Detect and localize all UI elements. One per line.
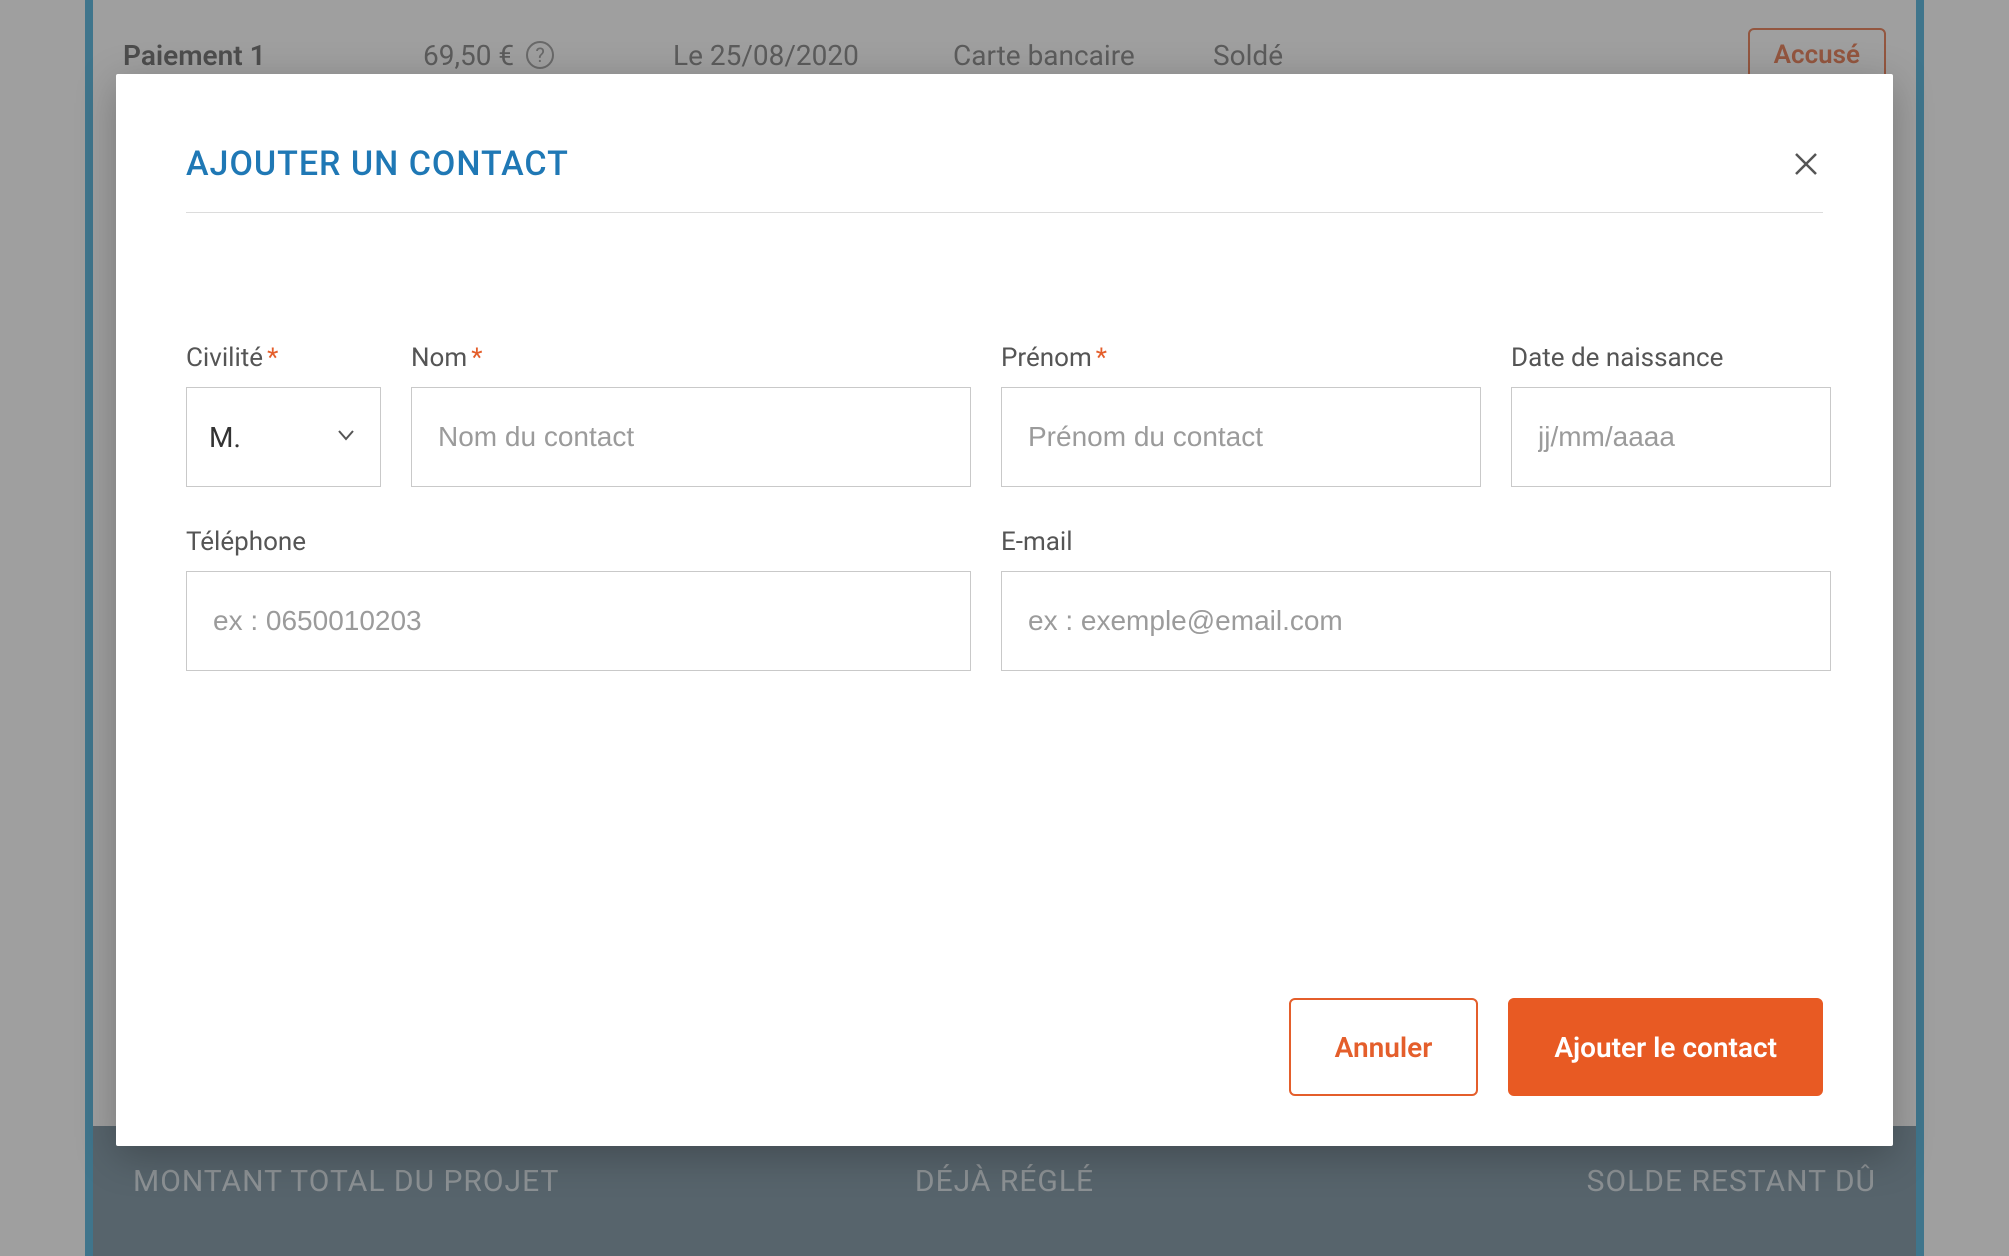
- submit-button[interactable]: Ajouter le contact: [1508, 998, 1823, 1096]
- add-contact-modal: AJOUTER UN CONTACT Civilité* M. Nom*: [116, 74, 1893, 1146]
- firstname-field: Prénom*: [1001, 343, 1481, 487]
- form-row-2: Téléphone E-mail: [186, 527, 1823, 671]
- close-button[interactable]: [1789, 147, 1823, 181]
- form-row-1: Civilité* M. Nom* Prénom* Date de naissa…: [186, 343, 1823, 487]
- civility-select[interactable]: M.: [186, 387, 381, 487]
- modal-footer: Annuler Ajouter le contact: [186, 958, 1823, 1096]
- firstname-label: Prénom*: [1001, 343, 1481, 373]
- lastname-field: Nom*: [411, 343, 971, 487]
- dob-input[interactable]: [1511, 387, 1831, 487]
- civility-label: Civilité*: [186, 343, 381, 373]
- modal-title: AJOUTER UN CONTACT: [186, 144, 569, 184]
- phone-input[interactable]: [186, 571, 971, 671]
- dob-field: Date de naissance: [1511, 343, 1831, 487]
- email-label: E-mail: [1001, 527, 1831, 557]
- email-input[interactable]: [1001, 571, 1831, 671]
- civility-field: Civilité* M.: [186, 343, 381, 487]
- modal-header: AJOUTER UN CONTACT: [186, 144, 1823, 213]
- phone-field: Téléphone: [186, 527, 971, 671]
- chevron-down-icon: [334, 421, 358, 454]
- phone-label: Téléphone: [186, 527, 971, 557]
- dob-label: Date de naissance: [1511, 343, 1831, 373]
- close-icon: [1791, 149, 1821, 179]
- cancel-button[interactable]: Annuler: [1289, 998, 1479, 1096]
- lastname-input[interactable]: [411, 387, 971, 487]
- firstname-input[interactable]: [1001, 387, 1481, 487]
- lastname-label: Nom*: [411, 343, 971, 373]
- email-field: E-mail: [1001, 527, 1831, 671]
- civility-value: M.: [209, 421, 241, 454]
